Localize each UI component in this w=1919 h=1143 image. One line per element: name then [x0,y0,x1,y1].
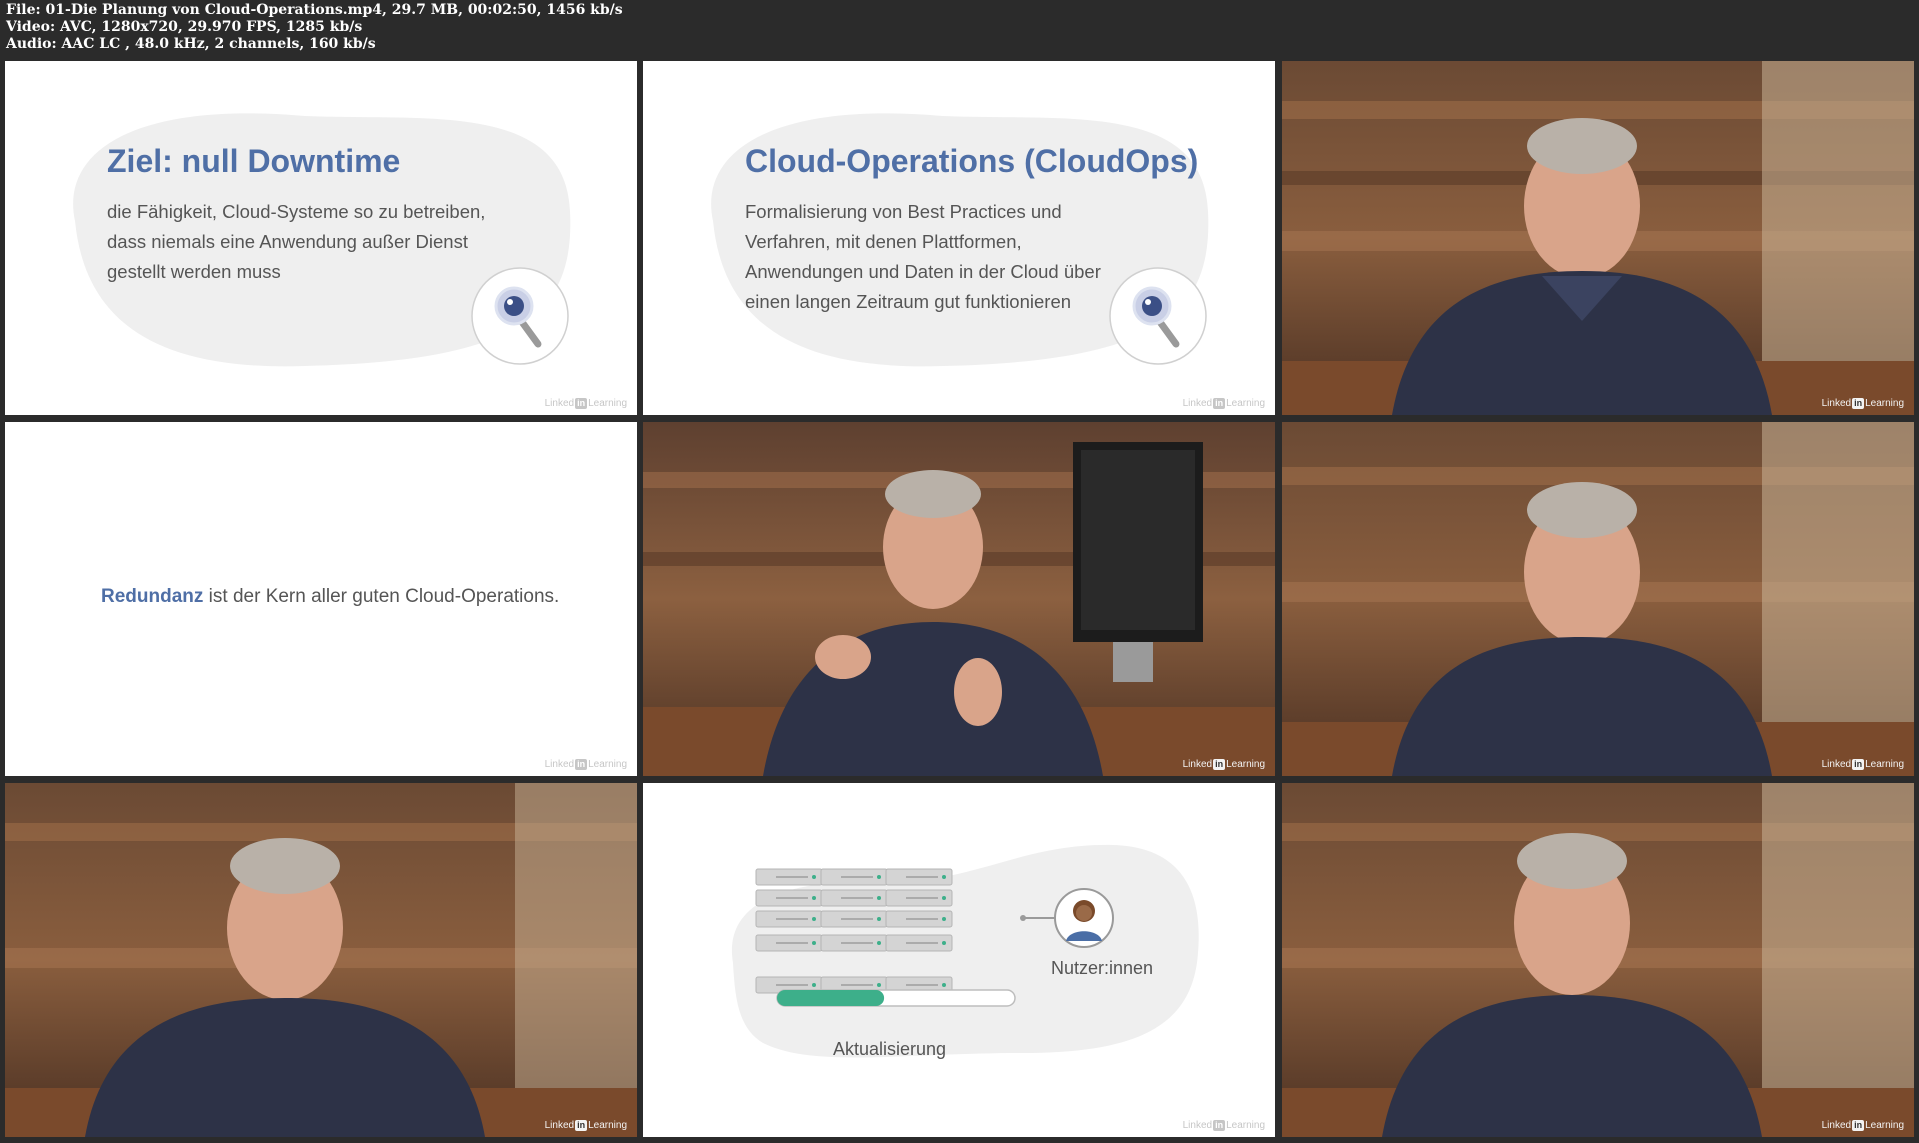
presenter-video-frame [5,783,637,1137]
magnifier-icon [471,267,569,365]
thumbnail-slide-goal[interactable]: Ziel: null Downtime die Fähigkeit, Cloud… [5,61,637,415]
linkedin-learning-logo: Linked in Learning [1821,1120,1904,1131]
thumbnail-slide-redundancy[interactable]: Redundanz ist der Kern aller guten Cloud… [5,422,637,776]
thumbnail-video-frame[interactable]: Linked in Learning [1282,422,1914,776]
linkedin-learning-logo: Linked in Learning [1182,398,1265,409]
file-info: File: 01-Die Planung von Cloud-Operation… [6,2,623,53]
redundancy-keyword: Redundanz [101,586,204,607]
users-label: Nutzer:innen [1051,958,1154,978]
video-info-line: Video: AVC, 1280x720, 29.970 FPS, 1285 k… [6,19,363,35]
linkedin-learning-logo: Linked in Learning [544,398,627,409]
linkedin-learning-logo: Linked in Learning [544,1120,627,1131]
slide-title: Ziel: null Downtime [107,143,401,179]
linkedin-learning-logo: Linked in Learning [1821,759,1904,770]
redundancy-statement: Redundanz ist der Kern aller guten Cloud… [101,586,559,608]
thumbnail-slide-cloudops[interactable]: Cloud-Operations (CloudOps) Formalisieru… [643,61,1275,415]
linkedin-learning-logo: Linked in Learning [1182,759,1265,770]
linkedin-learning-logo: Linked in Learning [1182,1120,1265,1131]
file-info-line: File: 01-Die Planung von Cloud-Operation… [6,2,623,18]
redundancy-text: ist der Kern aller guten Cloud-Operation… [203,586,560,607]
update-label: Aktualisierung [833,1039,947,1059]
presenter-video-frame [1282,783,1914,1137]
diagram-illustration [731,844,1199,1058]
slide-body: Formalisierung von Best Practices und Ve… [745,201,1101,312]
thumbnail-video-frame[interactable]: Linked in Learning [1282,61,1914,415]
presenter-video-frame [1282,422,1914,776]
thumbnail-video-frame[interactable]: Linked in Learning [1282,783,1914,1137]
slide-body: die Fähigkeit, Cloud-Systeme so zu betre… [107,201,486,282]
audio-info-line: Audio: AAC LC , 48.0 kHz, 2 channels, 16… [6,36,376,52]
update-progress-fill [777,990,885,1006]
magnifier-icon [1109,267,1207,365]
linkedin-learning-logo: Linked in Learning [544,759,627,770]
slide-title: Cloud-Operations (CloudOps) [745,143,1199,179]
presenter-video-frame [643,422,1275,776]
thumbnail-video-frame[interactable]: Linked in Learning [643,422,1275,776]
linkedin-learning-logo: Linked in Learning [1821,398,1904,409]
thumbnail-video-frame[interactable]: Linked in Learning [5,783,637,1137]
presenter-video-frame [1282,61,1914,415]
thumbnail-slide-diagram[interactable]: Nutzer:innen Aktualisierung Linked in Lear… [643,783,1275,1137]
